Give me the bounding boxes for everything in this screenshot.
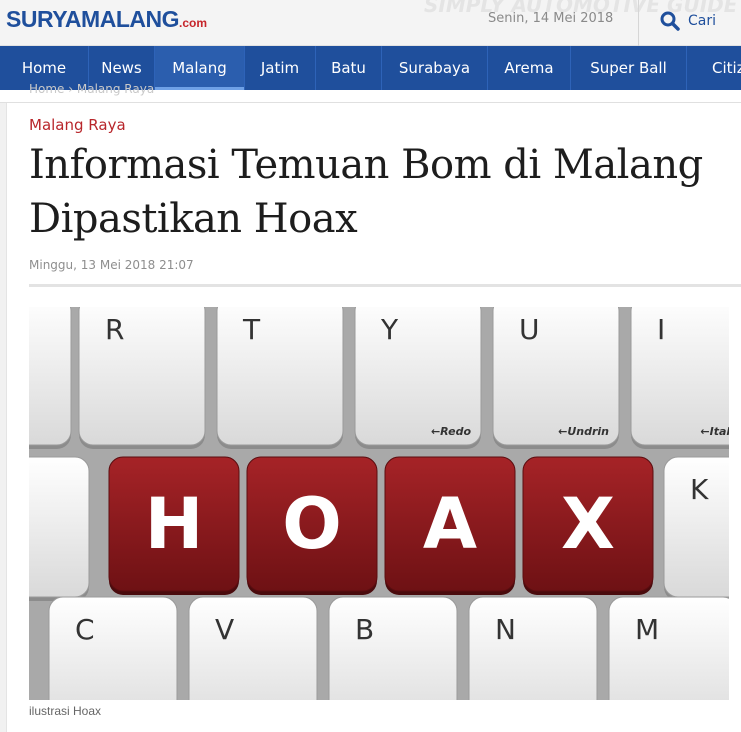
breadcrumb: Home › Malang Raya [29, 82, 155, 96]
search-button[interactable]: Cari [660, 6, 716, 36]
keyboard-key-y: Y ←Redo [354, 307, 482, 449]
nav-label: Arema [504, 59, 554, 77]
key-label: R [105, 313, 124, 346]
key-sublabel: ←Redo [431, 425, 471, 438]
nav-label: Super Ball [590, 59, 667, 77]
keyboard-bottom-row: CVBNM [48, 596, 729, 700]
nav-item-jatim[interactable]: Jatim [245, 46, 316, 90]
key-label: C [75, 613, 95, 646]
article-title: Informasi Temuan Bom di Malang Dipastika… [29, 142, 703, 242]
nav-item-batu[interactable]: Batu [316, 46, 382, 90]
key-label: X [561, 483, 615, 565]
key-label: V [215, 613, 234, 646]
nav-item-citizen[interactable]: Citiz [687, 46, 741, 90]
keyboard-key-k: K [663, 456, 729, 601]
key-label: K [690, 473, 709, 506]
article-category[interactable]: Malang Raya [29, 116, 126, 134]
search-icon [660, 11, 680, 31]
keyboard-key-v: V [188, 596, 318, 700]
nav-label: News [101, 59, 142, 77]
top-header: SIMPLY AUTOMOTIVE GUIDE SURYAMALANG.com … [0, 0, 741, 46]
logo-suffix: .com [178, 16, 207, 30]
nav-item-arema[interactable]: Arema [488, 46, 571, 90]
site-logo[interactable]: SURYAMALANG.com [6, 6, 207, 33]
keyboard-key-c: C [48, 596, 178, 700]
key-label: B [355, 613, 374, 646]
title-divider [29, 284, 741, 287]
keyboard-key-b: B [328, 596, 458, 700]
key-label: I [657, 313, 665, 346]
keyboard-key-i: I ←Italics [630, 307, 729, 449]
logo-text: SURYAMALANG [6, 6, 179, 32]
keyboard-key-r: R [78, 307, 206, 449]
key-label: N [495, 613, 516, 646]
header-date: Senin, 14 Mei 2018 [488, 11, 614, 26]
keyboard-key-m: M [608, 596, 729, 700]
keyboard-key [29, 307, 72, 449]
key-label: T [242, 313, 261, 346]
key-sublabel: ←Italics [700, 425, 729, 438]
nav-label: Malang [172, 59, 227, 77]
keyboard-hoax-illustration: R T Y ←Redo U ←Undrin I ←Italics HOA X K C V B N M [29, 307, 729, 700]
keyboard-key-h: H [108, 456, 240, 595]
key-label: Y [380, 313, 399, 346]
image-caption: ilustrasi Hoax [29, 704, 102, 718]
nav-item-malang[interactable]: Malang [155, 46, 245, 90]
keyboard-key-o: O [246, 456, 378, 595]
breadcrumb-strip: Home › Malang Raya [0, 82, 741, 103]
key-label: M [635, 613, 659, 646]
keyboard-key-x: X [522, 456, 654, 595]
keyboard-key-t: T [216, 307, 344, 449]
nav-label: Jatim [260, 59, 300, 77]
key-label: A [423, 483, 477, 565]
key-label: O [282, 483, 342, 565]
nav-label: Batu [331, 59, 366, 77]
key-sublabel: ←Undrin [558, 425, 609, 438]
nav-label: Home [21, 59, 67, 77]
nav-item-surabaya[interactable]: Surabaya [382, 46, 488, 90]
keyboard-key-a: A [384, 456, 516, 595]
keyboard-key-u: U ←Undrin [492, 307, 620, 449]
keyboard-key-n: N [468, 596, 598, 700]
key-label: H [145, 483, 204, 565]
nav-label: Surabaya [398, 59, 471, 77]
nav-label: Citiz [712, 59, 741, 77]
article-image[interactable]: R T Y ←Redo U ←Undrin I ←Italics HOA X K C V B N M [29, 307, 729, 700]
publish-date: Minggu, 13 Mei 2018 21:07 [29, 258, 194, 272]
header-divider [638, 0, 639, 46]
key-label: U [519, 313, 540, 346]
nav-item-super-ball[interactable]: Super Ball [571, 46, 687, 90]
keyboard-key [29, 456, 90, 601]
left-rail [0, 103, 7, 732]
search-label: Cari [688, 13, 716, 29]
